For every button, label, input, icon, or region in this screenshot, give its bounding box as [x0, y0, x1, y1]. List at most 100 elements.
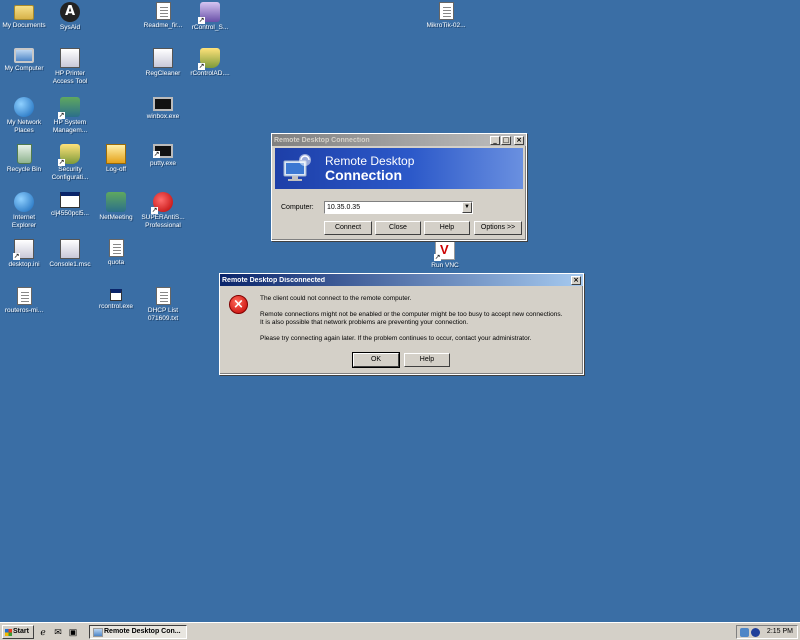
folder-icon: [14, 5, 34, 20]
desktop-icon-hp-printer-access-tool[interactable]: HP Printer Access Tool: [46, 48, 94, 86]
desktop-icon-clj4550[interactable]: clj4550pcl5...: [46, 192, 94, 218]
vnc-icon: [434, 240, 455, 261]
maximize-icon[interactable]: □: [501, 135, 511, 145]
remote-desktop-logo-icon: [283, 154, 311, 181]
taskbar: Start ℯ ✉ ▣ Remote Desktop Con... 2:15 P…: [0, 622, 800, 640]
desktop-icon-dhcp-list[interactable]: DHCP List 071609.txt: [139, 287, 187, 323]
recycle-bin-icon: [16, 144, 32, 164]
desktop-icon-superantispyware[interactable]: SUPERAntiS... Professional: [139, 192, 187, 230]
desktop-icon-recycle-bin[interactable]: Recycle Bin: [0, 144, 48, 174]
desktop-icon-log-off[interactable]: Log-off: [92, 144, 140, 174]
icon-label: SysAid: [59, 24, 81, 31]
system-tray: 2:15 PM: [736, 625, 798, 639]
desktop-icon-internet-explorer[interactable]: Internet Explorer: [0, 192, 48, 230]
key-icon: [106, 144, 126, 164]
computer-value: 10.35.0.35: [327, 204, 361, 211]
desktop-icon-putty[interactable]: putty.exe: [139, 144, 187, 168]
icon-label: MikroTik-02...: [426, 22, 466, 29]
desktop-icon-readme[interactable]: Readme_fir...: [139, 2, 187, 30]
error-dialog: Remote Desktop Disconnected × × The clie…: [219, 273, 584, 375]
document-icon: [16, 287, 32, 305]
desktop-icon-my-computer[interactable]: My Computer: [0, 48, 48, 73]
help-button[interactable]: Help: [404, 353, 450, 367]
app-icon: [60, 48, 80, 68]
hp-icon: [58, 97, 80, 119]
icon-label: winbox.exe: [146, 113, 180, 120]
icon-label: clj4550pcl5...: [51, 210, 89, 217]
show-desktop-icon[interactable]: ▣: [67, 626, 79, 638]
start-button[interactable]: Start: [2, 625, 34, 639]
icon-label: rControlAD....: [190, 70, 230, 77]
document-icon: [108, 239, 124, 257]
rcontrol-icon: [198, 48, 220, 70]
desktop-icon-security-configuration[interactable]: Security Configurati...: [46, 144, 94, 182]
desktop-icon-quota[interactable]: quota: [92, 239, 140, 267]
desktop-icon-mikrotik[interactable]: MikroTik-02...: [420, 2, 472, 30]
icon-label: RegCleaner: [145, 70, 181, 77]
desktop-icon-rcontrol-exe[interactable]: rcontrol.exe: [92, 289, 140, 311]
close-icon[interactable]: ×: [514, 135, 524, 145]
security-icon: [58, 144, 80, 166]
internet-explorer-icon[interactable]: ℯ: [37, 626, 49, 638]
netmeeting-icon: [106, 192, 126, 212]
icon-label: Security Configurati...: [51, 166, 89, 181]
error-icon: ×: [229, 295, 248, 314]
computer-combobox[interactable]: 10.35.0.35 ▼: [324, 201, 473, 214]
desktop-icon-routeros[interactable]: routeros-mi...: [0, 287, 48, 315]
icon-label: Recycle Bin: [6, 166, 42, 173]
minimize-icon[interactable]: _: [490, 135, 500, 145]
icon-label: My Documents: [2, 22, 46, 29]
rdc-banner: Remote Desktop Connection: [275, 148, 523, 189]
icon-label: HP Printer Access Tool: [52, 70, 88, 85]
desktop-icon-hp-system-management[interactable]: HP System Managem...: [46, 97, 94, 135]
outlook-express-icon[interactable]: ✉: [52, 626, 64, 638]
error-message-line2: Remote connections might not be enabled …: [260, 311, 563, 318]
icon-label: Readme_fir...: [143, 22, 183, 29]
antivirus-tray-icon[interactable]: [751, 628, 760, 637]
icon-label: rControl_S...: [191, 24, 229, 31]
taskbar-item-remote-desktop[interactable]: Remote Desktop Con...: [89, 625, 187, 639]
desktop-icon-my-documents[interactable]: My Documents: [0, 2, 48, 30]
desktop-icon-winbox[interactable]: winbox.exe: [139, 97, 187, 121]
app-icon: [153, 48, 173, 68]
icon-label: desktop.ini: [8, 261, 40, 268]
icon-label: My Network Places: [6, 119, 42, 134]
options-button[interactable]: Options >>: [474, 221, 522, 235]
desktop-icon-regcleaner[interactable]: RegCleaner: [139, 48, 187, 78]
icon-label: Internet Explorer: [11, 214, 37, 229]
rdc-window: Remote Desktop Connection _ □ × Remote D…: [271, 133, 527, 241]
winbox-icon: [153, 97, 173, 111]
desktop-icon-console1-msc[interactable]: Console1.msc: [46, 239, 94, 269]
document-icon: [155, 287, 171, 305]
ok-button[interactable]: OK: [352, 352, 400, 368]
network-tray-icon[interactable]: [740, 628, 749, 637]
desktop-icon-sysaid[interactable]: SysAid: [46, 2, 94, 32]
superantispyware-icon: [151, 192, 173, 214]
banner-title-line2: Connection: [325, 167, 402, 183]
rcontrol-icon: [198, 2, 220, 24]
icon-label: putty.exe: [150, 160, 176, 167]
desktop-icon-run-vnc[interactable]: Run VNC: [421, 240, 469, 270]
desktop-icon-desktop-ini[interactable]: desktop.ini: [0, 239, 48, 269]
banner-title-line1: Remote Desktop: [325, 154, 415, 168]
desktop-icon-netmeeting[interactable]: NetMeeting: [92, 192, 140, 222]
icon-label: My Computer: [4, 65, 44, 72]
close-button[interactable]: Close: [375, 221, 421, 235]
desktop-icon-rcontrolad[interactable]: rControlAD....: [186, 48, 234, 78]
console-icon: [60, 239, 80, 259]
icon-label: Log-off: [105, 166, 127, 173]
desktop-icon-rcontrol-s[interactable]: rControl_S...: [186, 2, 234, 32]
network-places-icon: [14, 97, 34, 117]
icon-label: routeros-mi...: [4, 307, 44, 314]
desktop-icon-my-network-places[interactable]: My Network Places: [0, 97, 48, 135]
clock[interactable]: 2:15 PM: [767, 626, 793, 638]
chevron-down-icon[interactable]: ▼: [462, 202, 472, 213]
error-titlebar[interactable]: Remote Desktop Disconnected ×: [220, 274, 583, 286]
document-icon: [438, 2, 454, 20]
error-message-line1: The client could not connect to the remo…: [260, 295, 412, 302]
rdc-titlebar[interactable]: Remote Desktop Connection _ □ ×: [272, 134, 526, 146]
close-icon[interactable]: ×: [571, 275, 581, 285]
connect-button[interactable]: Connect: [324, 221, 372, 235]
help-button[interactable]: Help: [424, 221, 470, 235]
icon-label: Run VNC: [431, 262, 459, 269]
